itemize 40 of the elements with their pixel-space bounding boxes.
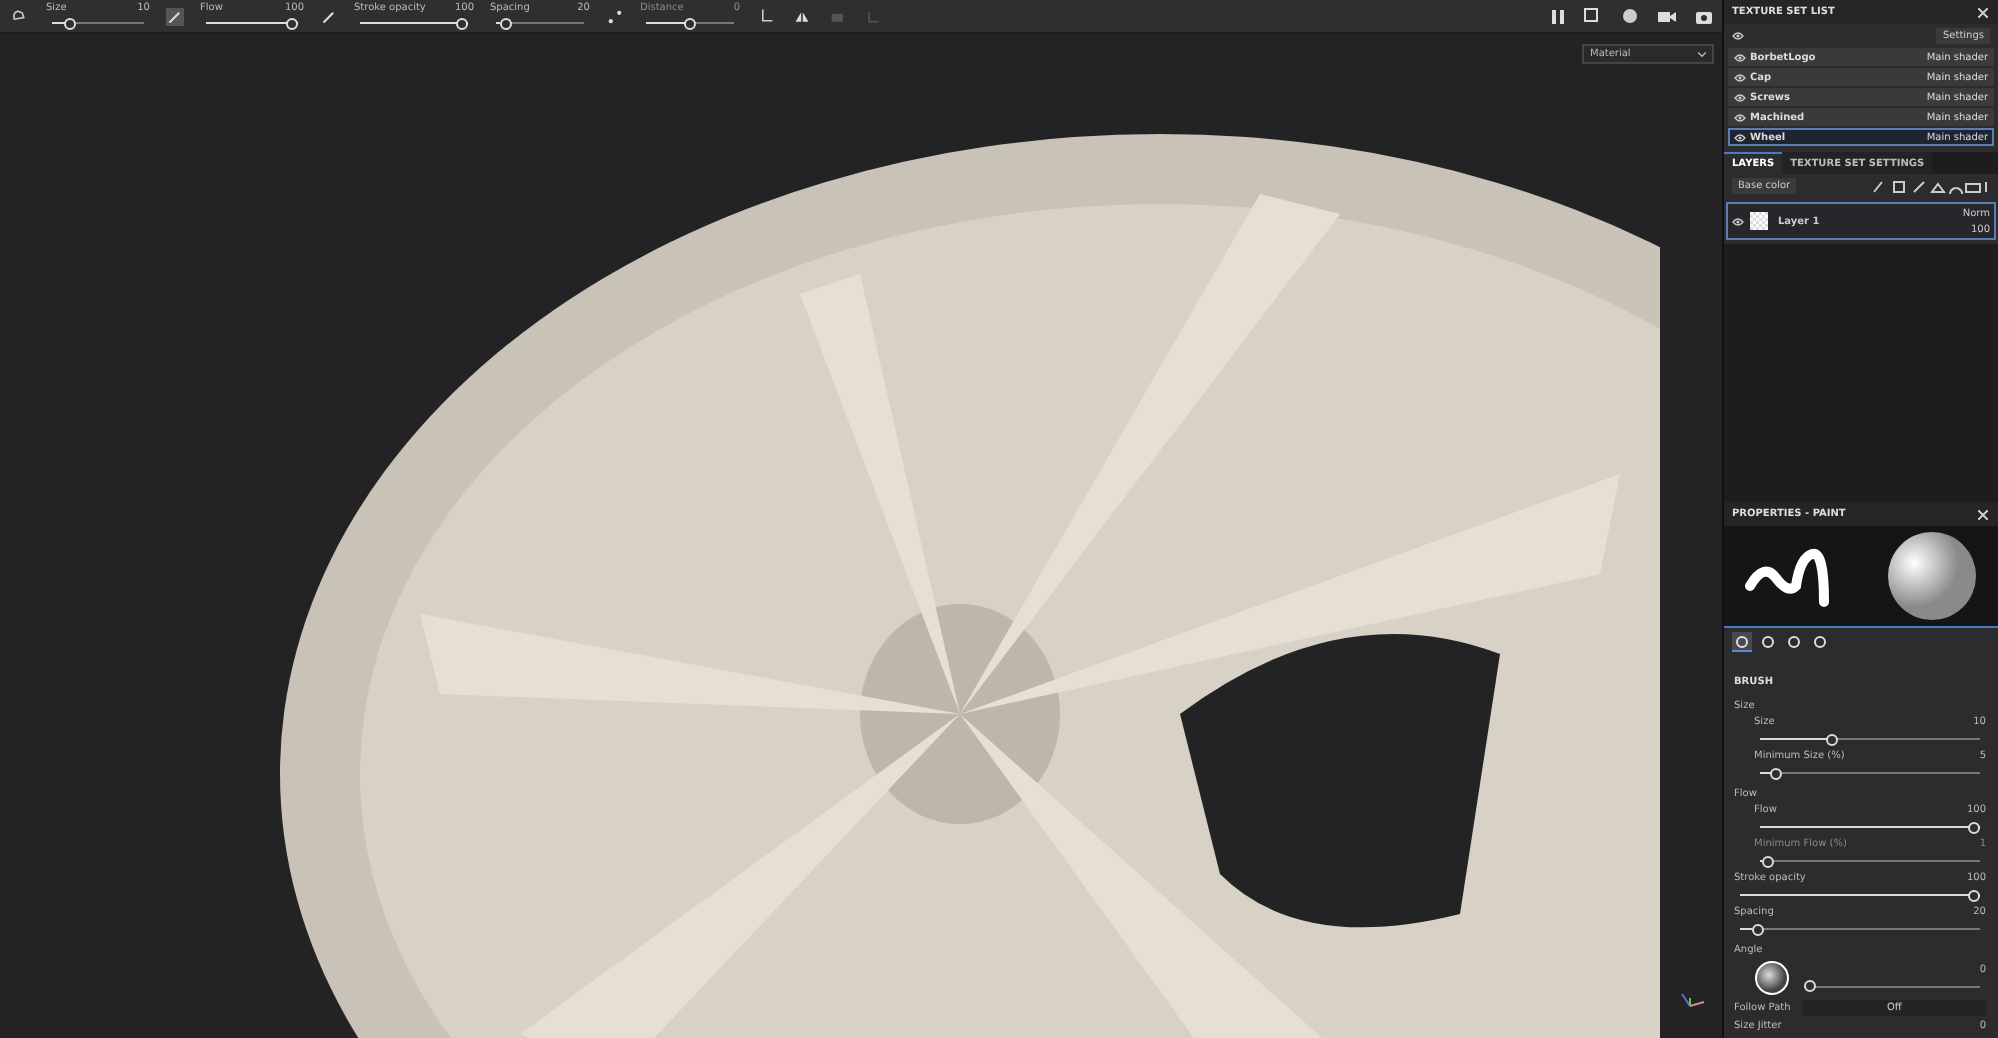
eye-icon[interactable] [1732, 217, 1744, 225]
eye-icon[interactable] [1734, 73, 1746, 81]
lazy-mouse-button[interactable] [606, 7, 624, 25]
eye-icon[interactable] [1732, 32, 1744, 40]
slider-thumb[interactable] [499, 17, 512, 29]
slider-thumb[interactable] [1751, 923, 1764, 935]
close-icon[interactable] [1976, 5, 1990, 19]
slider-thumb[interactable] [1968, 821, 1980, 833]
slider-thumb[interactable] [1826, 733, 1839, 745]
camera-icon[interactable] [1656, 7, 1678, 25]
symmetry-icon[interactable] [792, 7, 812, 25]
slider-thumb[interactable] [1770, 767, 1783, 779]
pen-icon [168, 9, 182, 23]
material-sphere-icon [1885, 530, 1978, 622]
property-tab[interactable] [1732, 632, 1752, 652]
layer-tools-icon[interactable] [1870, 179, 1990, 193]
slider-thumb[interactable] [286, 17, 298, 29]
axis-gizmo-icon [1678, 990, 1706, 1010]
eye-icon[interactable] [1734, 113, 1746, 121]
eye-icon[interactable] [1734, 93, 1746, 101]
pen-pressure-button[interactable] [166, 7, 184, 25]
layer-thumbnail [1750, 212, 1768, 230]
property-tab[interactable] [1810, 632, 1830, 652]
frame-icon[interactable] [1582, 6, 1604, 26]
close-icon[interactable] [1976, 507, 1990, 521]
eye-icon[interactable] [1734, 53, 1746, 61]
pen-pressure-button[interactable] [320, 7, 338, 25]
eye-icon[interactable] [1734, 133, 1746, 141]
property-tab[interactable] [1758, 632, 1778, 652]
caret-icon [1698, 51, 1706, 57]
slider-thumb[interactable] [1804, 980, 1816, 992]
slider-thumb[interactable] [456, 17, 468, 29]
screenshot-icon[interactable] [1694, 7, 1714, 25]
slider-thumb[interactable] [64, 17, 76, 29]
angle-dial-icon[interactable] [1754, 960, 1790, 996]
axis-icon[interactable] [756, 6, 776, 26]
property-tab[interactable] [1784, 632, 1804, 652]
slider-thumb[interactable] [1968, 889, 1980, 901]
pen-icon [322, 9, 336, 23]
pause-icon[interactable] [1550, 7, 1566, 25]
